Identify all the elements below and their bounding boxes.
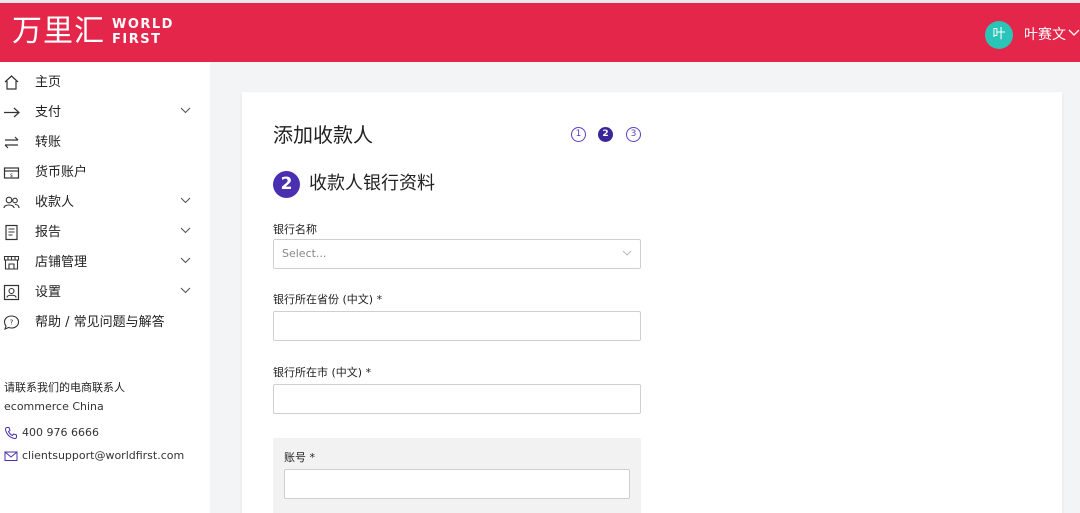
- city-input[interactable]: [273, 384, 641, 414]
- account-section: 账号 *: [273, 438, 641, 513]
- chevron-down-icon[interactable]: [180, 197, 191, 204]
- sidebar-item-label: 主页: [35, 75, 62, 90]
- page-title: 添加收款人: [273, 123, 373, 147]
- sidebar-item-label: 设置: [35, 285, 62, 300]
- step-indicator-2: 2: [598, 127, 613, 142]
- logo-english-text: WORLD FIRST: [112, 17, 174, 47]
- users-icon: [3, 196, 20, 209]
- province-label: 银行所在省份 (中文) *: [273, 293, 383, 306]
- store-icon: [3, 255, 20, 270]
- phone-icon: [4, 427, 17, 440]
- sidebar-item-store-management[interactable]: 店铺管理: [0, 249, 210, 277]
- section-title: 收款人银行资料: [309, 173, 435, 194]
- bank-name-label: 银行名称: [273, 223, 317, 236]
- username[interactable]: 叶赛文: [1024, 25, 1066, 45]
- transfer-icon: [4, 136, 19, 149]
- chevron-down-icon[interactable]: [180, 287, 191, 294]
- sidebar: 主页 支付 转账 $ 货币账户 收款人 报告 店铺管理 设置 ? 帮助 / 常见…: [0, 62, 210, 513]
- bank-name-placeholder: Select...: [282, 247, 327, 260]
- mail-icon: [4, 451, 18, 461]
- sidebar-item-transfer[interactable]: 转账: [0, 129, 210, 157]
- home-icon: [4, 75, 19, 90]
- province-input[interactable]: [273, 311, 641, 341]
- sidebar-item-home[interactable]: 主页: [0, 69, 210, 97]
- svg-text:$: $: [10, 173, 13, 179]
- step-indicator-1: 1: [571, 127, 586, 142]
- sidebar-item-label: 转账: [35, 135, 62, 150]
- add-payee-card: 添加收款人 1 2 3 2 收款人银行资料 银行名称 Select... 银行所…: [242, 92, 1062, 513]
- chevron-down-icon[interactable]: [180, 227, 191, 234]
- contact-title: 请联系我们的电商联系人: [4, 381, 125, 394]
- sidebar-item-label: 店铺管理: [35, 255, 88, 270]
- step-indicator-3: 3: [626, 127, 641, 142]
- top-header: 万里汇 WORLD FIRST 叶 叶赛文: [0, 0, 1080, 62]
- contact-phone: 400 976 6666: [22, 426, 99, 439]
- arrow-right-icon: [4, 107, 20, 118]
- city-label: 银行所在市 (中文) *: [273, 366, 372, 379]
- sidebar-item-reports[interactable]: 报告: [0, 219, 210, 247]
- sidebar-item-label: 货币账户: [35, 165, 88, 180]
- svg-text:?: ?: [10, 319, 14, 327]
- sidebar-item-currency-account[interactable]: $ 货币账户: [0, 159, 210, 187]
- worldfirst-logo[interactable]: 万里汇 WORLD FIRST: [12, 13, 174, 51]
- report-icon: [5, 224, 18, 241]
- chevron-down-icon: [622, 250, 632, 256]
- sidebar-item-payment[interactable]: 支付: [0, 99, 210, 127]
- logo-line-2: FIRST: [112, 32, 162, 47]
- help-icon: ?: [3, 315, 20, 330]
- sidebar-item-label: 帮助 / 常见问题与解答: [35, 315, 165, 330]
- bank-name-select[interactable]: Select...: [273, 239, 641, 269]
- logo-line-1: WORLD: [112, 17, 174, 32]
- sidebar-item-label: 支付: [35, 105, 62, 120]
- wallet-icon: $: [3, 167, 20, 179]
- sidebar-item-label: 收款人: [35, 195, 75, 210]
- sidebar-item-payees[interactable]: 收款人: [0, 189, 210, 217]
- section-number-badge: 2: [273, 171, 300, 198]
- chevron-down-icon[interactable]: [180, 107, 191, 114]
- chevron-down-icon[interactable]: [1068, 29, 1080, 37]
- settings-icon: [3, 284, 20, 301]
- avatar[interactable]: 叶: [985, 21, 1013, 49]
- account-input[interactable]: [284, 469, 630, 499]
- sidebar-item-help[interactable]: ? 帮助 / 常见问题与解答: [0, 309, 210, 337]
- logo-chinese-text: 万里汇: [12, 14, 105, 49]
- chevron-down-icon[interactable]: [180, 257, 191, 264]
- sidebar-item-settings[interactable]: 设置: [0, 279, 210, 307]
- account-label: 账号 *: [284, 451, 315, 464]
- contact-subtitle: ecommerce China: [4, 400, 104, 413]
- sidebar-item-label: 报告: [35, 225, 62, 240]
- contact-email: clientsupport@worldfirst.com: [22, 449, 185, 462]
